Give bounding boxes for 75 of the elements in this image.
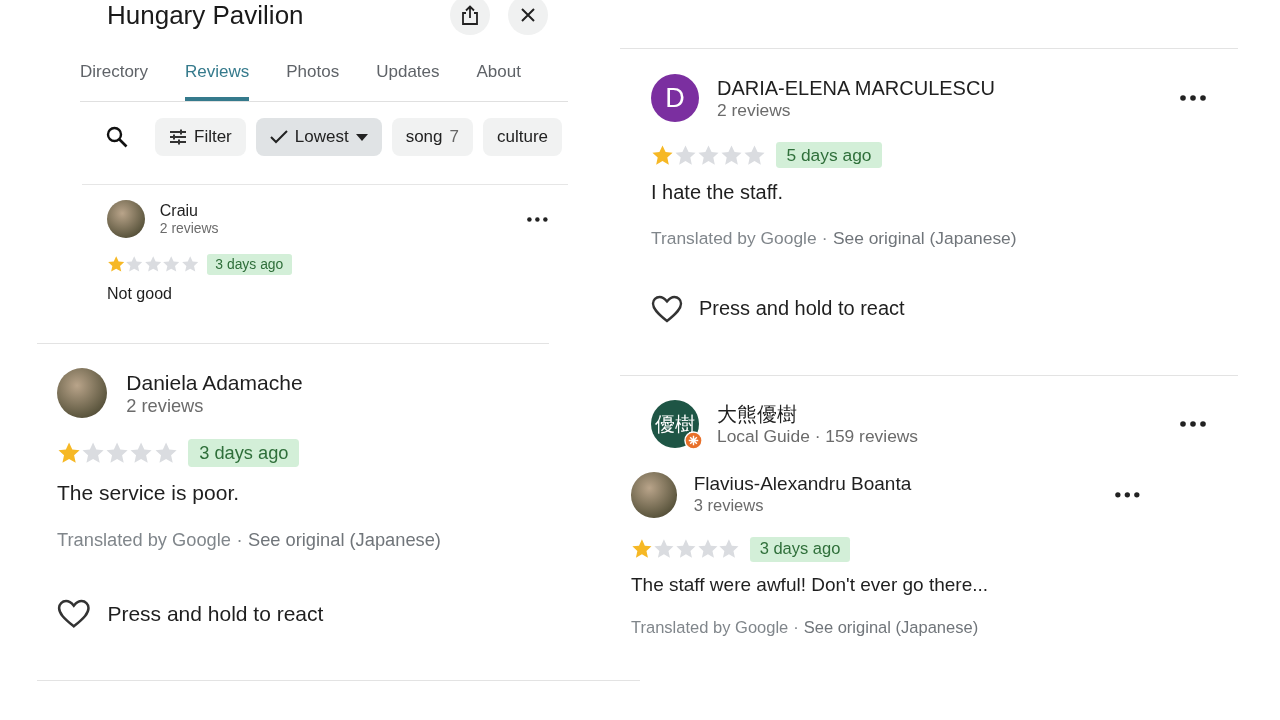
translation-note: Translated by Google — [57, 529, 231, 552]
translation-note: Translated by Google — [631, 618, 789, 639]
star-icon — [143, 255, 163, 274]
react-button[interactable]: Press and hold to react — [57, 599, 324, 629]
tab[interactable]: About — [476, 55, 521, 101]
tab[interactable]: Updates — [376, 55, 440, 101]
star-icon — [180, 255, 199, 274]
review-date: 5 days ago — [776, 142, 882, 169]
star-icon — [674, 538, 697, 560]
reviewer-meta: 3 reviews — [693, 496, 765, 517]
reviewer-name: 大熊優樹 — [717, 401, 798, 426]
review-date: 3 days ago — [206, 254, 292, 275]
review-text: The staff were awful! Don't ever go there... — [631, 573, 990, 596]
reviewer-name: Flavius-Alexandru Boanta — [693, 473, 913, 497]
see-original-link[interactable]: See original (Japanese) — [248, 529, 441, 552]
tab[interactable]: Directory — [80, 55, 148, 101]
reviewer-meta: Local Guide · 159 reviews — [717, 425, 920, 447]
tab[interactable]: Reviews — [185, 55, 250, 101]
reviewer-name: Daniela Adamache — [126, 369, 304, 395]
heart-icon — [57, 599, 91, 629]
place-title: Hungary Pavilion — [107, 0, 304, 31]
sliders-icon — [169, 129, 187, 145]
heart-icon — [651, 294, 683, 323]
separator-dot: · — [236, 529, 243, 552]
filter-chip[interactable]: culture — [483, 118, 563, 156]
star-icon — [674, 143, 697, 167]
close-icon — [520, 7, 536, 23]
more-options-icon[interactable] — [1180, 95, 1206, 101]
review-text: The service is poor. — [57, 480, 241, 505]
more-options-icon[interactable] — [1115, 491, 1140, 498]
check-icon — [269, 130, 288, 144]
star-icon — [651, 143, 674, 167]
share-icon — [461, 5, 479, 25]
close-button[interactable] — [508, 0, 548, 35]
more-options-icon[interactable] — [1180, 421, 1206, 427]
filter-chip[interactable]: song 7 — [391, 118, 473, 156]
star-icon — [720, 143, 743, 167]
reviewer-name: DARIA-ELENA MARCULESCU — [717, 75, 996, 100]
star-icon — [697, 143, 720, 167]
reviewer-name: Craiu — [159, 201, 199, 221]
more-options-icon[interactable] — [527, 216, 548, 222]
star-icon — [162, 255, 181, 274]
search-icon[interactable] — [105, 125, 129, 149]
avatar: 優樹 — [651, 400, 699, 448]
reviewer-meta: 2 reviews — [717, 99, 792, 121]
star-icon — [107, 255, 126, 274]
star-icon — [631, 538, 653, 560]
see-original-link[interactable]: See original (Japanese) — [803, 618, 979, 639]
separator-dot: · — [793, 618, 799, 639]
see-original-link[interactable]: See original (Japanese) — [832, 227, 1017, 249]
filter-chip[interactable]: Lowest — [255, 118, 382, 156]
filter-chip[interactable]: Filter — [155, 118, 246, 156]
avatar: D — [651, 74, 699, 122]
star-icon — [105, 441, 130, 466]
review-text: Not good — [107, 284, 173, 303]
star-icon — [743, 143, 766, 167]
star-icon — [57, 441, 82, 466]
review-date: 3 days ago — [188, 439, 300, 467]
separator-dot: · — [821, 227, 828, 249]
tab[interactable]: Photos — [286, 55, 340, 101]
caret-icon — [355, 133, 368, 141]
share-button[interactable] — [450, 0, 490, 35]
review-text: I hate the staff. — [651, 181, 784, 205]
star-icon — [125, 255, 144, 274]
review-date: 3 days ago — [749, 536, 851, 562]
reviewer-meta: 2 reviews — [159, 220, 220, 238]
star-icon — [153, 441, 178, 466]
star-icon — [652, 538, 675, 560]
star-icon — [718, 538, 741, 560]
reviewer-meta: 2 reviews — [126, 394, 205, 417]
star-icon — [129, 441, 154, 466]
translation-note: Translated by Google — [651, 227, 817, 249]
react-button[interactable]: Press and hold to react — [651, 294, 905, 323]
star-icon — [696, 538, 719, 560]
star-icon — [81, 441, 106, 466]
